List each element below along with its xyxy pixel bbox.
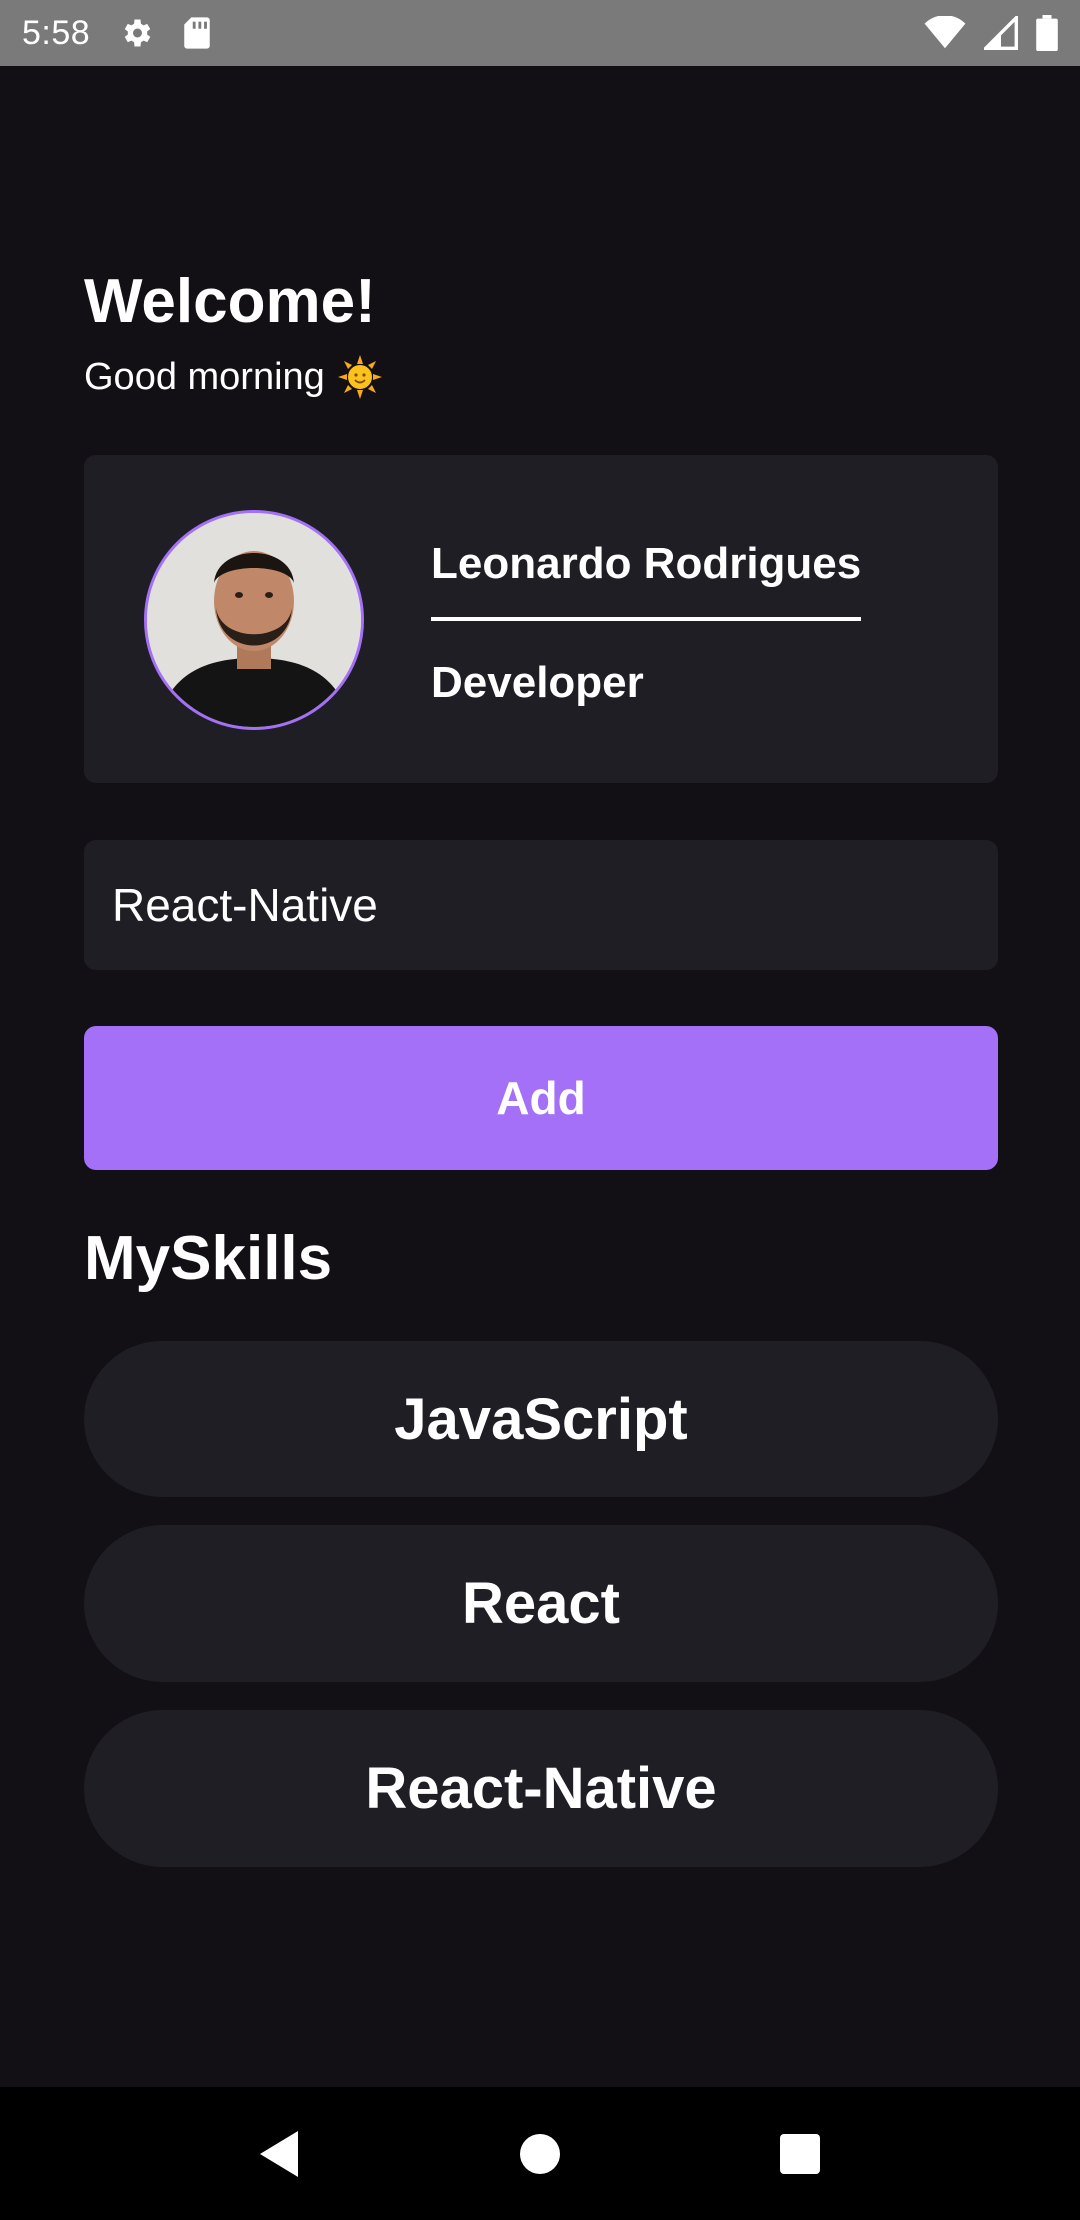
gear-icon xyxy=(118,15,154,51)
skills-section-title: MySkills xyxy=(84,1224,333,1293)
navigation-bar xyxy=(0,2087,1080,2220)
battery-icon xyxy=(1036,15,1058,51)
new-skill-input[interactable] xyxy=(84,840,998,970)
greeting-text: Good morning xyxy=(84,356,325,398)
recents-icon[interactable] xyxy=(770,2124,830,2184)
avatar xyxy=(144,510,364,730)
skill-card-react-native[interactable]: React-Native xyxy=(84,1710,998,1867)
skill-card-react[interactable]: React xyxy=(84,1525,998,1682)
page-title: Welcome! xyxy=(84,267,376,336)
status-bar-right xyxy=(924,15,1058,51)
status-time: 5:58 xyxy=(22,13,91,52)
add-button[interactable]: Add xyxy=(84,1026,998,1170)
status-bar-left: 5:58 xyxy=(22,14,212,53)
signal-icon xyxy=(984,16,1018,50)
home-icon[interactable] xyxy=(510,2124,570,2184)
greeting: Good morning xyxy=(84,354,383,400)
profile-role: Developer xyxy=(431,658,644,707)
wifi-icon xyxy=(924,16,966,50)
back-icon[interactable] xyxy=(250,2124,310,2184)
profile-divider xyxy=(431,617,861,621)
skill-card-javascript[interactable]: JavaScript xyxy=(84,1341,998,1497)
sd-card-icon xyxy=(182,16,212,50)
status-bar: 5:58 xyxy=(0,0,1080,66)
skills-list: JavaScript React React-Native xyxy=(84,1341,998,1895)
sun-emoji-icon xyxy=(337,354,383,400)
profile-name: Leonardo Rodrigues xyxy=(431,539,862,588)
